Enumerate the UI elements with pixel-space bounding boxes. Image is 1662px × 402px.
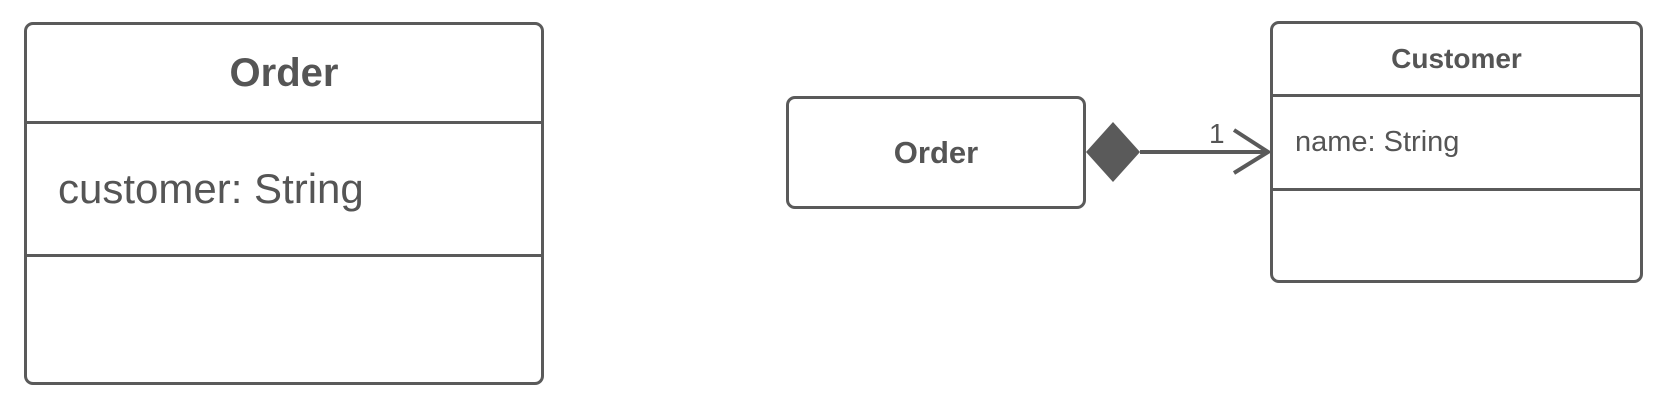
customer-class-box: Customer name: String [1270, 21, 1643, 283]
customer-attribute-name: name: String [1295, 126, 1460, 158]
customer-class-name: Customer [1391, 43, 1522, 74]
customer-class-name-compartment: Customer [1273, 24, 1640, 97]
order-attributes-compartment: customer: String [27, 124, 541, 257]
multiplicity-label: 1 [1209, 118, 1225, 149]
customer-methods-compartment [1273, 191, 1640, 280]
order-compact-name: Order [893, 134, 979, 170]
order-attribute-customer: customer: String [58, 165, 364, 212]
order-class-compact-box: Order [786, 96, 1086, 209]
composition-diamond-icon [1086, 122, 1140, 182]
customer-attributes-compartment: name: String [1273, 97, 1640, 191]
order-class-box: Order customer: String [24, 22, 544, 385]
order-class-name-compartment: Order [27, 25, 541, 124]
order-class-name: Order [229, 50, 339, 95]
order-methods-compartment [27, 257, 541, 382]
open-arrowhead-icon [1232, 128, 1272, 175]
